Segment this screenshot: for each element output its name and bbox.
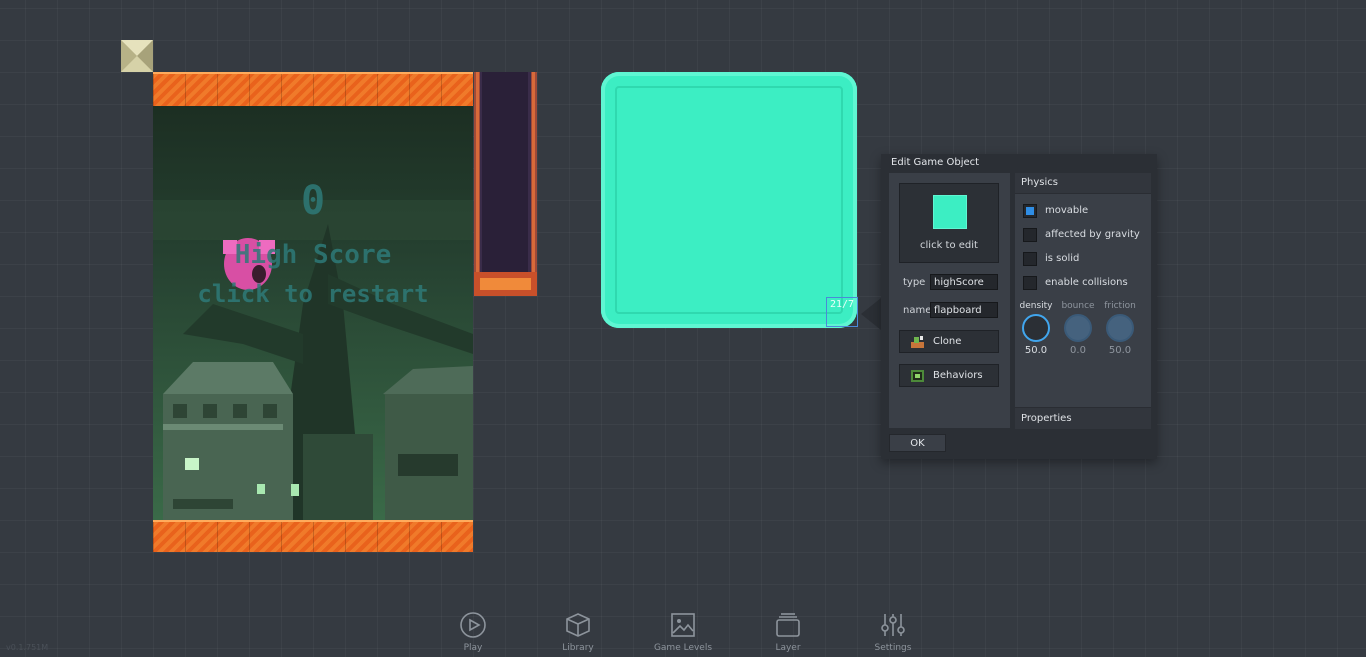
ok-button[interactable]: OK [889,434,946,452]
knob-label: friction [1104,301,1136,311]
physics-knob[interactable]: bounce 0.0 [1060,301,1096,356]
physics-pane: Physics Properties movable affected by gr… [1015,173,1151,429]
object-preview-button[interactable]: click to edit [899,183,999,263]
behaviors-label: Behaviors [933,370,983,381]
dialog-title: Edit Game Object [891,157,980,168]
layer-button[interactable]: Layer [753,612,823,653]
scene-origin-marker[interactable] [121,40,153,72]
version-label: v0.1.751M [6,643,49,652]
city-background-art [153,104,473,520]
physics-knob[interactable]: friction 50.0 [1102,301,1138,356]
highscore-text[interactable]: High Score [153,240,473,270]
properties-section-header[interactable]: Properties [1015,407,1151,429]
type-label: type [903,277,926,288]
checkbox-label: affected by gravity [1045,229,1140,240]
knob-label: density [1019,301,1053,311]
sliders-icon [881,614,905,636]
knob-value: 50.0 [1108,345,1132,356]
knob-dial[interactable] [1106,314,1134,342]
floor-barrier[interactable] [153,520,473,552]
score-text[interactable]: 0 [153,178,473,224]
clone-button[interactable]: Clone [899,330,999,353]
dialog-pointer [861,298,881,330]
layer-label: Layer [775,643,801,653]
settings-label: Settings [874,643,912,653]
play-button[interactable]: Play [438,612,508,653]
clone-icon [911,336,924,348]
edit-game-object-dialog: Edit Game Object click to edit type high… [881,154,1157,459]
game-canvas[interactable]: 0 High Score click to restart [153,72,473,552]
game-levels-button[interactable]: Game Levels [648,612,718,653]
physics-knob[interactable]: density 50.0 [1018,301,1054,356]
physics-checkbox-row[interactable]: is solid [1023,252,1147,266]
knob-dial[interactable] [1022,314,1050,342]
name-field[interactable]: flapboard [930,302,998,318]
settings-button[interactable]: Settings [858,612,928,653]
clone-label: Clone [933,336,962,347]
object-info-pane: click to edit type highScore name flapbo… [889,173,1010,428]
library-label: Library [562,643,594,653]
physics-header-label: Physics [1021,177,1058,188]
type-field[interactable]: highScore [930,274,998,290]
selected-game-object[interactable] [601,72,857,328]
lava-pillar-obstacle[interactable] [474,72,537,296]
chip-icon [911,370,924,382]
knob-dial[interactable] [1064,314,1092,342]
box-icon [566,613,590,637]
library-button[interactable]: Library [543,612,613,653]
properties-header-label: Properties [1021,413,1072,424]
ceiling-barrier[interactable] [153,72,473,106]
checkbox-label: movable [1045,205,1089,216]
restart-text[interactable]: click to restart [153,280,473,308]
game-levels-label: Game Levels [653,643,713,653]
knob-value: 0.0 [1070,345,1086,356]
checkbox[interactable] [1023,252,1037,266]
checkbox-label: is solid [1045,253,1080,264]
object-preview-swatch [933,195,967,229]
origin-marker-icon [121,40,153,72]
physics-section-header[interactable]: Physics [1015,173,1151,194]
checkbox[interactable] [1023,228,1037,242]
physics-checkbox-row[interactable]: movable [1023,204,1147,218]
knob-label: bounce [1061,301,1095,311]
behaviors-button[interactable]: Behaviors [899,364,999,387]
checkbox[interactable] [1023,276,1037,290]
checkbox-label: enable collisions [1045,277,1128,288]
physics-checkbox-row[interactable]: affected by gravity [1023,228,1147,242]
play-label: Play [463,643,483,653]
checkbox[interactable] [1023,204,1037,218]
preview-caption: click to edit [920,240,978,251]
name-label: name [903,305,932,316]
object-size-badge[interactable]: 21/7 [826,297,858,327]
physics-checkbox-row[interactable]: enable collisions [1023,276,1147,290]
play-icon [460,612,486,638]
knob-value: 50.0 [1024,345,1048,356]
image-icon [671,613,695,637]
layers-icon [776,613,800,637]
